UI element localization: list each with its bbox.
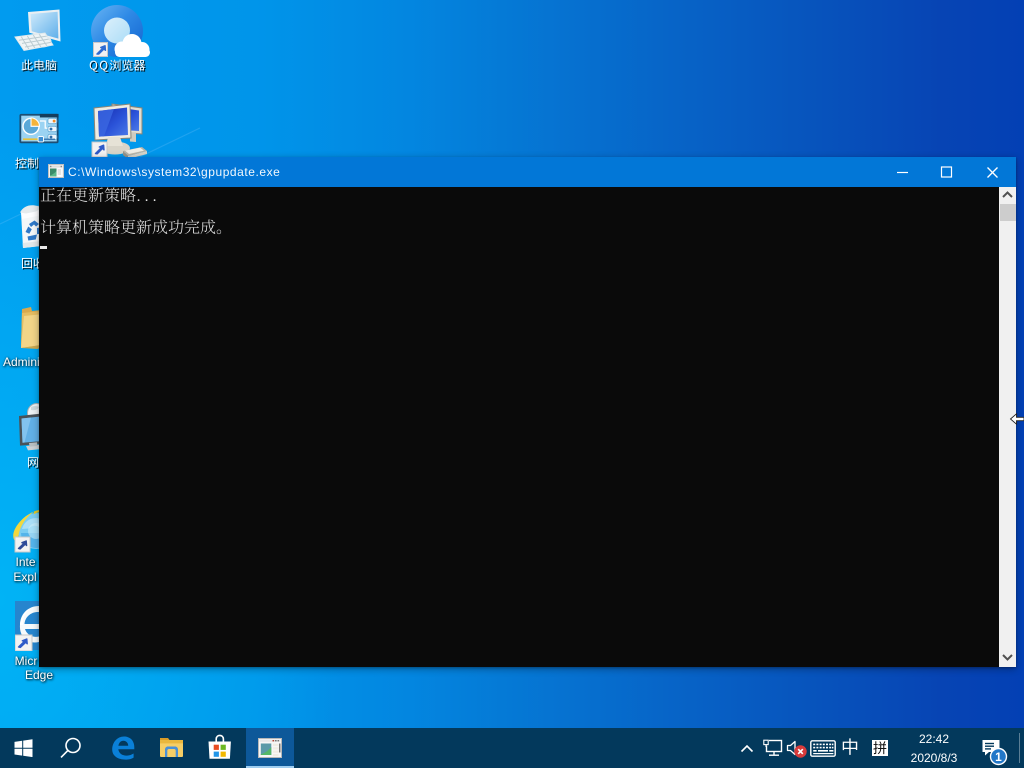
svg-text:1: 1 [995, 750, 1002, 764]
